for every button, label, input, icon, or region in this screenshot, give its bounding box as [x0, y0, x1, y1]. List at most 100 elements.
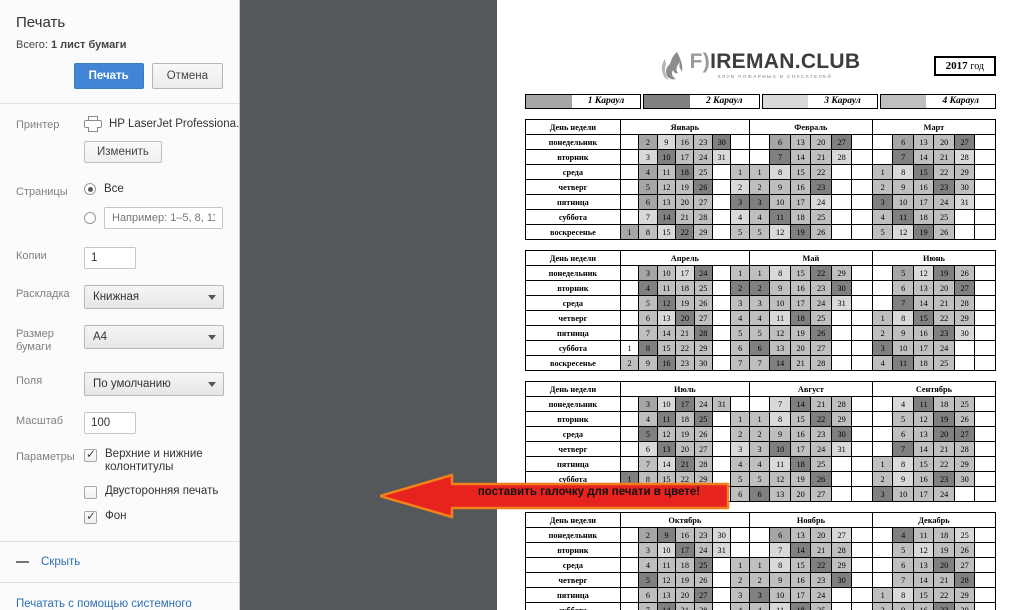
day-cell: 30 [953, 471, 976, 487]
day-cell: 5 [638, 426, 658, 442]
calendar-table: День недели Октябрь Ноябрь Декабрь понедельн… [525, 512, 997, 610]
day-cell [974, 134, 996, 150]
scale-input[interactable] [84, 412, 136, 434]
day-cell: 15 [789, 265, 812, 281]
pages-all-option[interactable]: Все [84, 183, 223, 195]
day-cell: 30 [711, 527, 732, 543]
day-cell: 3 [730, 587, 750, 603]
checkbox-duplex-icon[interactable] [84, 486, 97, 499]
legend-label: 2 Караул [705, 96, 743, 106]
day-cell: 7 [769, 542, 791, 558]
option-background[interactable]: Фон [84, 509, 223, 524]
dialog-action-buttons: Печать Отмена [0, 51, 239, 103]
pages-row: Страницы Все [0, 163, 239, 241]
day-cell: 30 [693, 355, 713, 371]
chevron-down-icon [208, 335, 216, 340]
option-duplex[interactable]: Двусторонняя печать [84, 485, 223, 499]
day-cell: 2 [730, 179, 750, 195]
hide-label[interactable]: Скрыть [41, 556, 80, 568]
radio-all-icon[interactable] [84, 183, 96, 195]
day-cell: 1 [619, 340, 640, 356]
day-cell [851, 426, 873, 442]
system-dialog-link[interactable]: Печатать с помощью системного диалоговог… [0, 583, 239, 610]
day-cell [748, 134, 771, 150]
option-headers-footers[interactable]: Верхние и нижние колонтитулы [84, 447, 223, 474]
day-cell [851, 310, 873, 326]
day-cell: 4 [638, 164, 658, 180]
day-cell [871, 572, 894, 588]
weekday-cell: среда [525, 426, 621, 442]
day-cell: 2 [619, 486, 640, 502]
day-cell [851, 325, 873, 341]
change-printer-button[interactable]: Изменить [84, 141, 162, 163]
day-cell: 17 [675, 396, 695, 412]
pages-range-input[interactable] [104, 207, 223, 229]
day-cell: 11 [656, 557, 677, 573]
day-cell [619, 572, 640, 588]
day-cell [711, 209, 732, 225]
legend-item-3: 3 Караул [761, 94, 878, 109]
day-cell: 17 [789, 587, 812, 603]
printer-name: HP LaserJet Professiona... [109, 117, 240, 130]
day-cell: 31 [830, 295, 853, 311]
day-cell [974, 224, 996, 240]
day-cell: 24 [810, 587, 832, 603]
hide-options-row[interactable]: Скрыть [0, 542, 239, 582]
day-cell [830, 456, 853, 472]
day-cell: 27 [810, 486, 832, 502]
day-cell: 12 [656, 572, 677, 588]
day-cell: 6 [638, 587, 658, 603]
paper-size-select[interactable]: A4 [84, 325, 224, 349]
day-cell [748, 527, 771, 543]
calendar-row: понедельник 3 10 17 24 1 1 8 15 22 29 5 12 19 26 [525, 265, 996, 281]
day-cell: 29 [953, 587, 976, 603]
preview-area[interactable]: F)IREMAN.CLUB КЛУБ ПОЖАРНЫХ И СПАСАТЕЛЕЙ… [240, 0, 1024, 610]
day-cell [830, 310, 853, 326]
day-cell: 24 [693, 542, 713, 558]
calendar-row: четверг 5 12 19 26 2 2 9 16 23 2 9 16 23 30 [525, 179, 996, 195]
pages-range-option[interactable] [84, 207, 223, 229]
day-cell [730, 396, 750, 412]
day-cell: 13 [912, 134, 935, 150]
checkbox-background-icon[interactable] [84, 509, 97, 524]
day-cell [851, 602, 873, 610]
day-cell [974, 310, 996, 326]
day-cell: 23 [675, 486, 695, 502]
day-cell: 6 [748, 340, 771, 356]
day-cell [851, 572, 873, 588]
day-cell: 2 [638, 134, 658, 150]
calendar-block-2: День недели Апрель Май Июнь понедельник 3 10 17… [525, 250, 997, 371]
weekday-cell: четверг [525, 179, 621, 195]
pages-all-label: Все [104, 183, 124, 195]
copies-input[interactable] [84, 247, 136, 269]
day-cell: 22 [933, 164, 955, 180]
day-cell: 22 [675, 224, 695, 240]
day-cell: 23 [933, 602, 955, 610]
day-cell: 19 [675, 295, 695, 311]
total-sheets-text: Всего: 1 лист бумаги [0, 31, 239, 51]
day-cell: 9 [769, 426, 791, 442]
radio-range-icon[interactable] [84, 212, 96, 224]
day-cell: 14 [912, 572, 935, 588]
option-duplex-label: Двусторонняя печать [105, 485, 219, 497]
day-cell: 27 [953, 426, 976, 442]
day-cell: 20 [933, 280, 955, 296]
printer-selected[interactable]: HP LaserJet Professiona... [84, 116, 239, 132]
day-cell [830, 224, 853, 240]
day-cell: 10 [769, 587, 791, 603]
day-cell: 23 [810, 179, 832, 195]
checkbox-headers-footers-icon[interactable] [84, 447, 97, 462]
day-cell: 16 [912, 179, 935, 195]
cancel-button[interactable]: Отмена [151, 63, 223, 89]
day-cell: 17 [912, 486, 935, 502]
print-button[interactable]: Печать [73, 63, 144, 89]
day-cell: 4 [638, 411, 658, 427]
day-cell: 6 [892, 280, 914, 296]
margins-select[interactable]: По умолчанию [84, 372, 224, 396]
layout-select[interactable]: Книжная [84, 285, 224, 309]
day-cell: 19 [789, 224, 812, 240]
day-cell: 9 [892, 325, 914, 341]
day-cell [974, 441, 996, 457]
options-row: Параметры Верхние и нижние колонтитулы Д… [0, 434, 239, 535]
margins-value: По умолчанию [93, 378, 171, 390]
